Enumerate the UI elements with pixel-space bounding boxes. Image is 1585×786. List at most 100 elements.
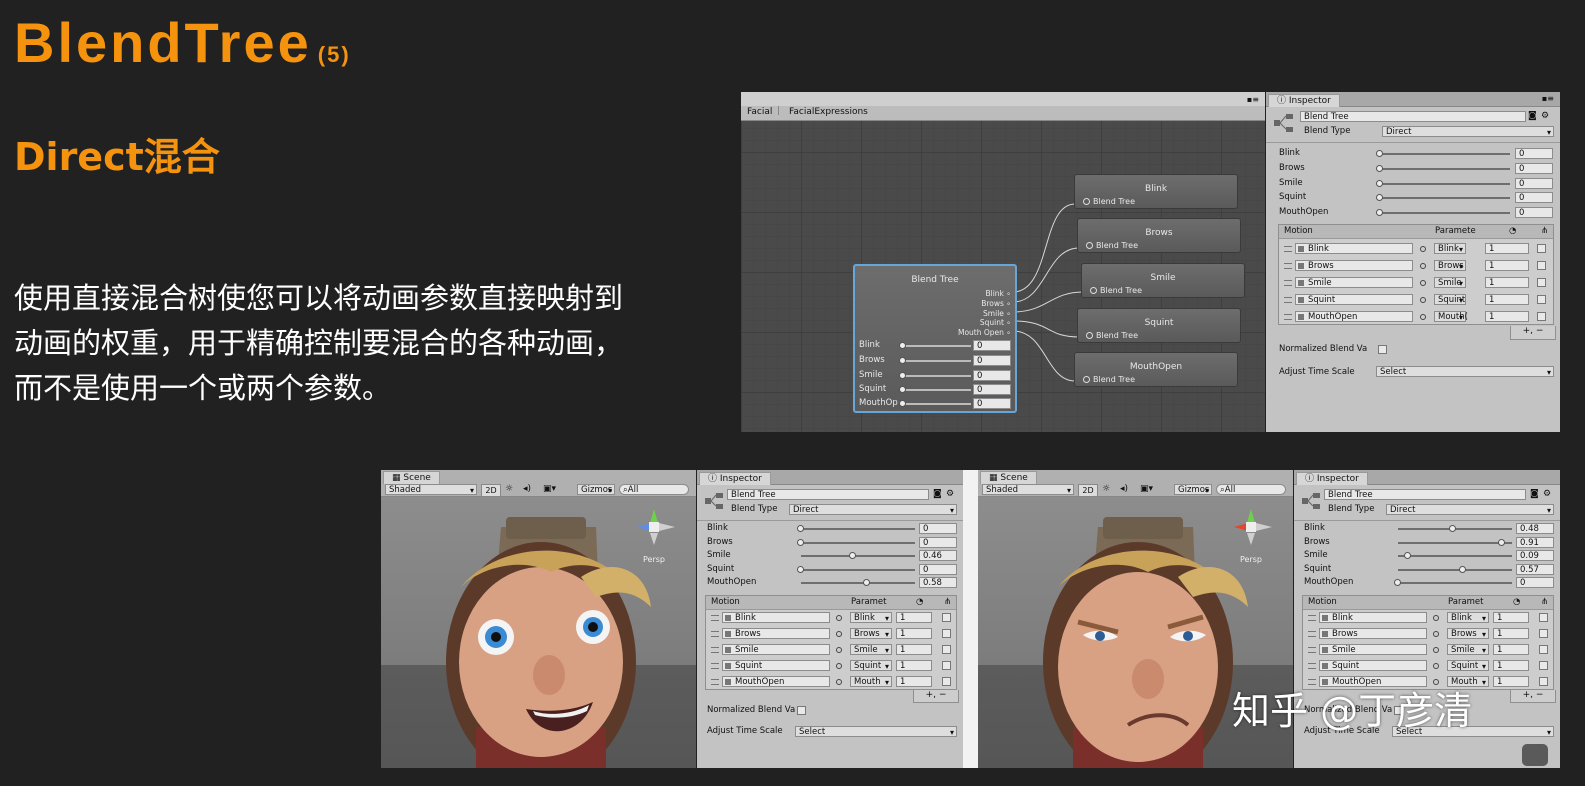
normalized-blend-checkbox[interactable] <box>797 706 806 715</box>
param-slider-handle[interactable] <box>797 566 804 573</box>
param-dropdown[interactable]: Smile <box>850 644 892 656</box>
param-slider[interactable] <box>801 555 915 557</box>
shading-dropdown[interactable]: Shaded <box>385 484 477 496</box>
object-picker-icon[interactable] <box>836 663 842 669</box>
animator-graph-panel[interactable]: Facial | FacialExpressions ▪≡ Blend Tree… <box>741 92 1265 432</box>
param-dropdown[interactable]: Squint <box>1447 660 1489 672</box>
object-picker-icon[interactable] <box>1433 647 1439 653</box>
remove-icon[interactable]: − <box>1536 326 1544 336</box>
param-slider[interactable] <box>1398 542 1512 544</box>
drag-handle-icon[interactable] <box>1284 246 1292 252</box>
multiplier-field[interactable]: 1 <box>1485 260 1529 271</box>
motion-row[interactable]: MouthOpen Mouth(1 <box>1279 309 1553 324</box>
mirror-checkbox[interactable] <box>1539 629 1548 638</box>
object-picker-icon[interactable] <box>1433 631 1439 637</box>
child-node-blink[interactable]: Blink Blend Tree <box>1074 174 1238 209</box>
object-name-field[interactable]: Blend Tree <box>1300 111 1526 122</box>
param-value-field[interactable]: 0 <box>919 564 957 575</box>
lighting-icon[interactable]: ☼ <box>505 484 513 494</box>
node-value-field[interactable]: 0 <box>973 340 1011 351</box>
object-picker-icon[interactable] <box>836 679 842 685</box>
remove-icon[interactable]: − <box>1536 690 1544 700</box>
effects-icon[interactable]: ▣▾ <box>543 484 556 494</box>
param-dropdown[interactable]: Squint <box>850 660 892 672</box>
param-value-field[interactable]: 0 <box>919 537 957 548</box>
param-value-field[interactable]: 0 <box>1515 148 1553 159</box>
param-value-field[interactable]: 0.09 <box>1516 550 1554 561</box>
motion-row[interactable]: MouthOpen Mouth 1 <box>706 674 956 689</box>
motion-row[interactable]: Squint Squint 1 <box>1279 292 1553 307</box>
param-dropdown[interactable]: Squint <box>1434 294 1466 306</box>
child-node-smile[interactable]: Smile Blend Tree <box>1081 263 1245 298</box>
param-slider-handle[interactable] <box>797 539 804 546</box>
drag-handle-icon[interactable] <box>1284 314 1292 320</box>
mirror-checkbox[interactable] <box>942 629 951 638</box>
motion-row[interactable]: Smile Smile 1 <box>706 642 956 657</box>
drag-handle-icon[interactable] <box>1308 663 1316 669</box>
multiplier-field[interactable]: 1 <box>1493 628 1529 639</box>
param-slider-handle[interactable] <box>1404 552 1412 559</box>
param-dropdown[interactable]: Smile <box>1447 644 1489 656</box>
add-icon[interactable]: + <box>1523 690 1531 700</box>
gear-icon[interactable]: ⚙ <box>1543 489 1551 499</box>
node-slider[interactable] <box>903 389 971 391</box>
drag-handle-icon[interactable] <box>711 663 719 669</box>
inspector-tab[interactable]: ⓘ Inspector <box>1268 94 1340 107</box>
motion-field[interactable]: Squint <box>722 660 830 671</box>
help-icon[interactable]: ◙ <box>1530 489 1539 499</box>
param-slider[interactable] <box>1398 555 1512 557</box>
multiplier-field[interactable]: 1 <box>1485 277 1529 288</box>
param-value-field[interactable]: 0 <box>1515 207 1553 218</box>
motion-row[interactable]: Brows Brows 1 <box>706 626 956 641</box>
scene-viewport[interactable]: Persp <box>381 497 696 768</box>
multiplier-field[interactable]: 1 <box>896 612 932 623</box>
multiplier-field[interactable]: 1 <box>1485 311 1529 322</box>
adjust-time-scale-dropdown[interactable]: Select <box>1376 366 1554 378</box>
object-picker-icon[interactable] <box>1433 679 1439 685</box>
param-slider[interactable] <box>801 528 915 530</box>
param-dropdown[interactable]: Mouth <box>850 676 892 688</box>
multiplier-field[interactable]: 1 <box>1493 676 1529 687</box>
param-dropdown[interactable]: Blink <box>1434 243 1466 255</box>
blend-type-dropdown[interactable]: Direct <box>1382 126 1554 138</box>
effects-icon[interactable]: ▣▾ <box>1140 484 1153 494</box>
param-slider-handle[interactable] <box>849 552 857 559</box>
drag-handle-icon[interactable] <box>1284 263 1292 269</box>
node-value-field[interactable]: 0 <box>973 370 1011 381</box>
param-slider-handle[interactable] <box>1497 539 1505 546</box>
motion-field[interactable]: Smile <box>1295 277 1413 288</box>
mirror-checkbox[interactable] <box>1539 661 1548 670</box>
param-value-field[interactable]: 0 <box>1515 163 1553 174</box>
param-slider[interactable] <box>1398 569 1512 571</box>
motion-row[interactable]: Brows Brows 1 <box>1279 258 1553 273</box>
drag-handle-icon[interactable] <box>1308 679 1316 685</box>
scene-search-input[interactable]: ⌕All <box>619 484 689 495</box>
mirror-checkbox[interactable] <box>1537 261 1546 270</box>
multiplier-field[interactable]: 1 <box>896 628 932 639</box>
param-slider-handle[interactable] <box>1376 165 1383 172</box>
node-value-field[interactable]: 0 <box>973 398 1011 409</box>
object-picker-icon[interactable] <box>1433 663 1439 669</box>
drag-handle-icon[interactable] <box>1308 615 1316 621</box>
param-slider-handle[interactable] <box>1458 566 1466 573</box>
motion-row[interactable]: Brows Brows 1 <box>1303 626 1553 641</box>
mirror-checkbox[interactable] <box>1537 295 1546 304</box>
blend-type-dropdown[interactable]: Direct <box>1386 504 1554 516</box>
param-slider[interactable] <box>1380 183 1510 185</box>
param-slider[interactable] <box>1380 212 1510 214</box>
node-slider-handle[interactable] <box>899 372 906 379</box>
node-slider[interactable] <box>903 345 971 347</box>
shading-dropdown[interactable]: Shaded <box>982 484 1074 496</box>
param-dropdown[interactable]: Mouth( <box>1434 311 1468 323</box>
param-slider-handle[interactable] <box>1376 180 1383 187</box>
mirror-checkbox[interactable] <box>1539 613 1548 622</box>
scene-tab[interactable]: ▦ Scene <box>980 471 1037 484</box>
node-slider[interactable] <box>903 360 971 362</box>
multiplier-field[interactable]: 1 <box>1493 644 1529 655</box>
param-dropdown[interactable]: Brows <box>1434 260 1466 272</box>
drag-handle-icon[interactable] <box>1308 631 1316 637</box>
scene-orientation-gizmo[interactable] <box>629 505 679 549</box>
mirror-checkbox[interactable] <box>1537 244 1546 253</box>
param-dropdown[interactable]: Brows <box>850 628 892 640</box>
param-slider[interactable] <box>1380 197 1510 199</box>
